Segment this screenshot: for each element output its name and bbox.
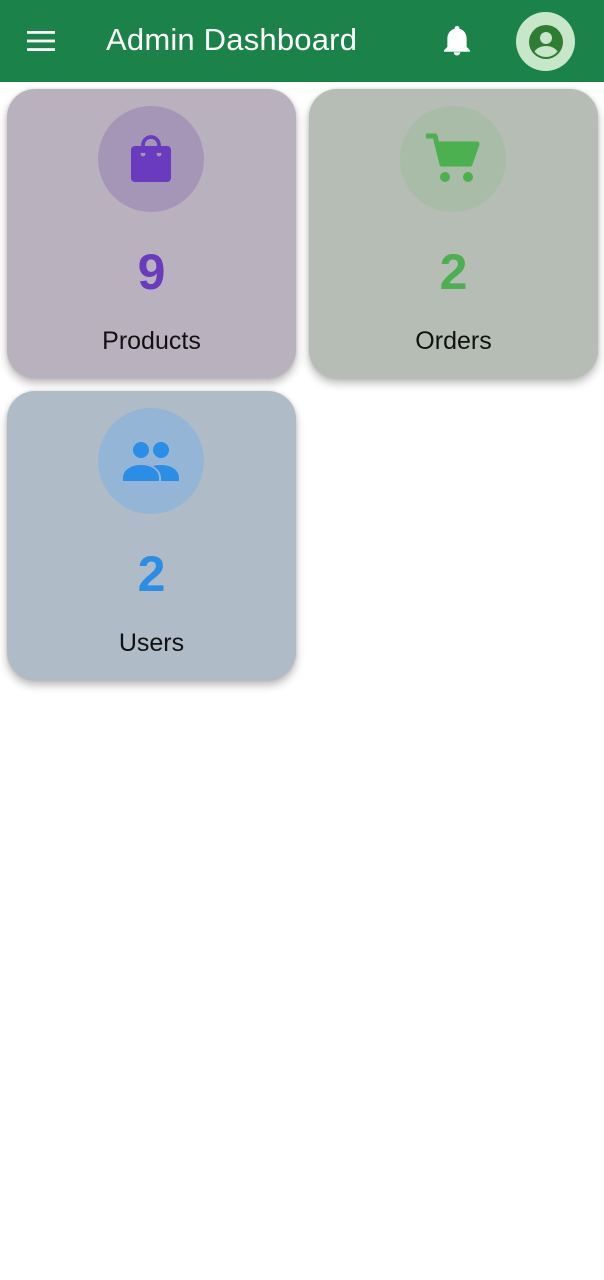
bell-icon[interactable] (441, 24, 473, 58)
users-label: Users (118, 629, 185, 657)
products-count: 9 (137, 244, 166, 300)
users-icon-circle (98, 408, 204, 514)
avatar[interactable] (516, 12, 575, 71)
menu-icon-glyph (27, 31, 55, 51)
products-card[interactable]: 9 Products (7, 89, 296, 378)
people-icon (123, 442, 179, 481)
account-circle-icon (528, 24, 563, 59)
orders-count: 2 (439, 244, 468, 300)
page-title: Admin Dashboard (106, 22, 358, 57)
orders-icon-circle (400, 106, 506, 212)
orders-card[interactable]: 2 Orders (309, 89, 598, 378)
bell-icon-glyph (444, 26, 470, 56)
orders-label: Orders (415, 327, 492, 355)
app-bar: Admin Dashboard (0, 0, 604, 82)
shopping-bag-icon (131, 135, 171, 182)
shopping-cart-icon (426, 133, 480, 182)
users-card[interactable]: 2 Users (7, 391, 296, 680)
menu-icon[interactable] (26, 27, 56, 55)
products-label: Products (102, 327, 201, 355)
users-count: 2 (137, 546, 166, 602)
products-icon-circle (98, 106, 204, 212)
